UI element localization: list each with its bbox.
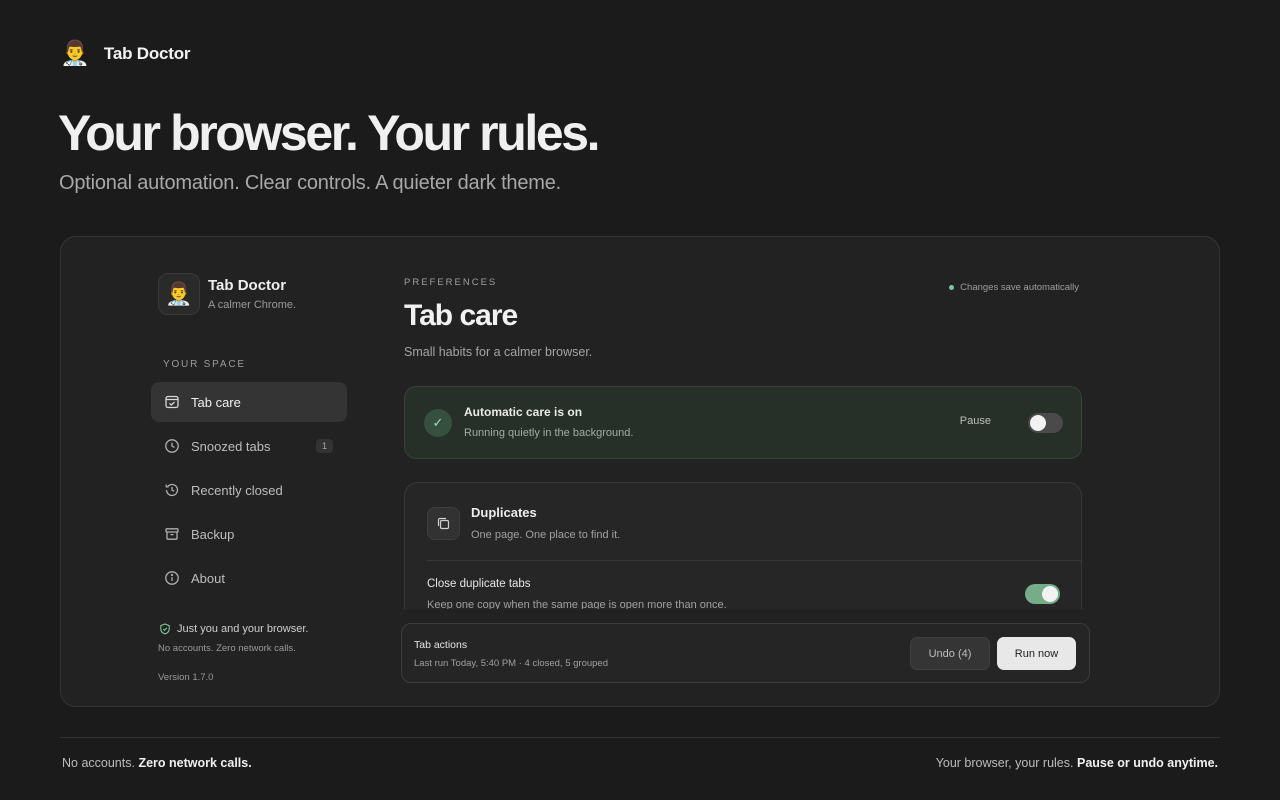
last-run-meta: Last run Today, 5:40 PM · 4 closed, 5 gr… bbox=[414, 658, 608, 669]
close-duplicates-toggle[interactable] bbox=[1025, 584, 1060, 604]
sidebar-item-label: About bbox=[191, 570, 225, 586]
toggle-knob bbox=[1042, 586, 1058, 602]
automatic-care-card: ✓ Automatic care is on Running quietly i… bbox=[404, 386, 1082, 459]
app-preview-window: 👨‍⚕️ Tab Doctor A calmer Chrome. YOUR SP… bbox=[60, 236, 1220, 707]
tab-actions-bar: Tab actions Last run Today, 5:40 PM · 4 … bbox=[401, 623, 1090, 683]
check-icon: ✓ bbox=[424, 409, 452, 437]
sidebar-item-label: Recently closed bbox=[191, 482, 283, 498]
divider bbox=[427, 560, 1081, 561]
footer-left-bold: Zero network calls. bbox=[138, 756, 252, 770]
site-brand: 👨‍⚕️ Tab Doctor bbox=[60, 40, 191, 68]
snoozed-count-badge: 1 bbox=[315, 439, 333, 453]
privacy-note: Just you and your browser. bbox=[159, 623, 308, 635]
app-title: Tab Doctor bbox=[208, 277, 287, 294]
app-logo-icon: 👨‍⚕️ bbox=[158, 273, 200, 315]
footer-right-plain: Your browser, your rules. bbox=[935, 756, 1074, 770]
version-label: Version 1.7.0 bbox=[158, 672, 214, 683]
footer-left-plain: No accounts. bbox=[62, 756, 135, 770]
autosave-status: Changes save automatically bbox=[949, 282, 1079, 293]
footer-right: Your browser, your rules. Pause or undo … bbox=[936, 756, 1218, 770]
archive-icon bbox=[165, 528, 179, 540]
footer-left: No accounts. Zero network calls. bbox=[62, 756, 252, 770]
duplicates-desc: One page. One place to find it. bbox=[471, 529, 621, 541]
info-icon bbox=[165, 571, 179, 585]
app-tagline: A calmer Chrome. bbox=[208, 299, 297, 311]
undo-button[interactable]: Undo (4) bbox=[910, 637, 990, 670]
sidebar-item-about[interactable]: About bbox=[151, 558, 347, 598]
sidebar-item-tab-care[interactable]: Tab care bbox=[151, 382, 347, 422]
clock-icon bbox=[165, 439, 179, 453]
hero-title: Your browser. Your rules. bbox=[58, 105, 601, 161]
sidebar-item-label: Backup bbox=[191, 526, 235, 542]
autosave-text: Changes save automatically bbox=[960, 282, 1079, 293]
sidebar-item-recently-closed[interactable]: Recently closed bbox=[151, 470, 347, 510]
doctor-logo-icon: 👨‍⚕️ bbox=[60, 40, 90, 67]
sidebar-item-backup[interactable]: Backup bbox=[151, 514, 347, 554]
privacy-desc: No accounts. Zero network calls. bbox=[158, 643, 296, 654]
duplicates-title: Duplicates bbox=[471, 505, 537, 520]
status-title: Automatic care is on bbox=[464, 405, 583, 419]
sidebar-item-snoozed-tabs[interactable]: Snoozed tabs 1 bbox=[151, 426, 347, 466]
brand-name: Tab Doctor bbox=[103, 44, 191, 63]
duplicate-copy-icon bbox=[427, 507, 460, 540]
privacy-title: Just you and your browser. bbox=[177, 623, 309, 635]
page-subtitle: Small habits for a calmer browser. bbox=[404, 345, 593, 359]
pause-toggle[interactable] bbox=[1028, 413, 1063, 433]
sidebar-section-label: YOUR SPACE bbox=[163, 359, 246, 370]
toggle-knob bbox=[1030, 415, 1046, 431]
sidebar-nav: Tab care Snoozed tabs 1 Recently closed bbox=[151, 382, 347, 602]
pause-label: Pause bbox=[959, 415, 991, 427]
section-eyebrow: PREFERENCES bbox=[404, 277, 498, 288]
tab-care-icon bbox=[165, 395, 179, 409]
status-desc: Running quietly in the background. bbox=[464, 427, 634, 439]
history-icon bbox=[165, 483, 179, 497]
sidebar-item-label: Snoozed tabs bbox=[191, 438, 271, 454]
close-duplicates-label: Close duplicate tabs bbox=[427, 578, 531, 590]
footer-divider bbox=[60, 737, 1220, 738]
sidebar-item-label: Tab care bbox=[191, 394, 241, 410]
footer-right-bold: Pause or undo anytime. bbox=[1076, 756, 1218, 770]
status-dot-icon bbox=[949, 285, 955, 290]
run-now-button[interactable]: Run now bbox=[997, 637, 1076, 670]
shield-check-icon bbox=[160, 623, 170, 635]
hero-subtitle: Optional automation. Clear controls. A q… bbox=[59, 172, 562, 194]
page-title: Tab care bbox=[404, 299, 518, 332]
tab-actions-title: Tab actions bbox=[414, 639, 468, 651]
